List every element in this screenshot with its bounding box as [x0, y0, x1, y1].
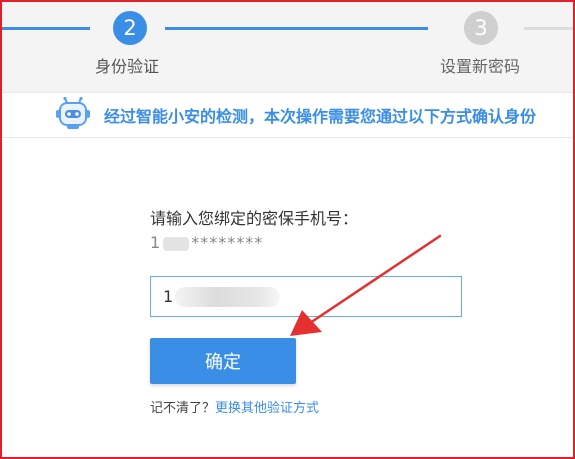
blurred-input-digits	[175, 287, 280, 307]
blurred-digits	[163, 236, 190, 251]
forgot-line: 记不清了？更换其他验证方式	[150, 397, 319, 416]
confirm-button[interactable]: 确定	[150, 338, 296, 384]
masked-phone-stars: ********	[191, 233, 264, 252]
notice-text: 经过智能小安的检测，本次操作需要您通过以下方式确认身份	[104, 107, 537, 126]
step-2-circle: 2	[113, 11, 147, 45]
step-3-label: 设置新密码	[440, 57, 521, 76]
step-2-label: 身份验证	[95, 57, 160, 76]
step-progress-bar: 2 3 身份验证 设置新密码	[2, 2, 573, 92]
security-notice: 经过智能小安的检测，本次操作需要您通过以下方式确认身份	[2, 92, 573, 138]
progress-line-active	[165, 27, 428, 30]
masked-phone-number: 1 ********	[150, 233, 263, 252]
forgot-text: 记不清了？	[150, 401, 216, 416]
masked-phone-prefix: 1	[150, 233, 162, 252]
step-3-circle: 3	[464, 11, 498, 45]
robot-icon	[56, 97, 90, 129]
progress-line-completed	[2, 27, 90, 30]
red-arrow-annotation	[290, 234, 442, 336]
change-verification-link[interactable]: 更换其他验证方式	[215, 401, 319, 416]
phone-prompt: 请输入您绑定的密保手机号：	[150, 209, 359, 228]
progress-line-pending	[524, 27, 573, 30]
